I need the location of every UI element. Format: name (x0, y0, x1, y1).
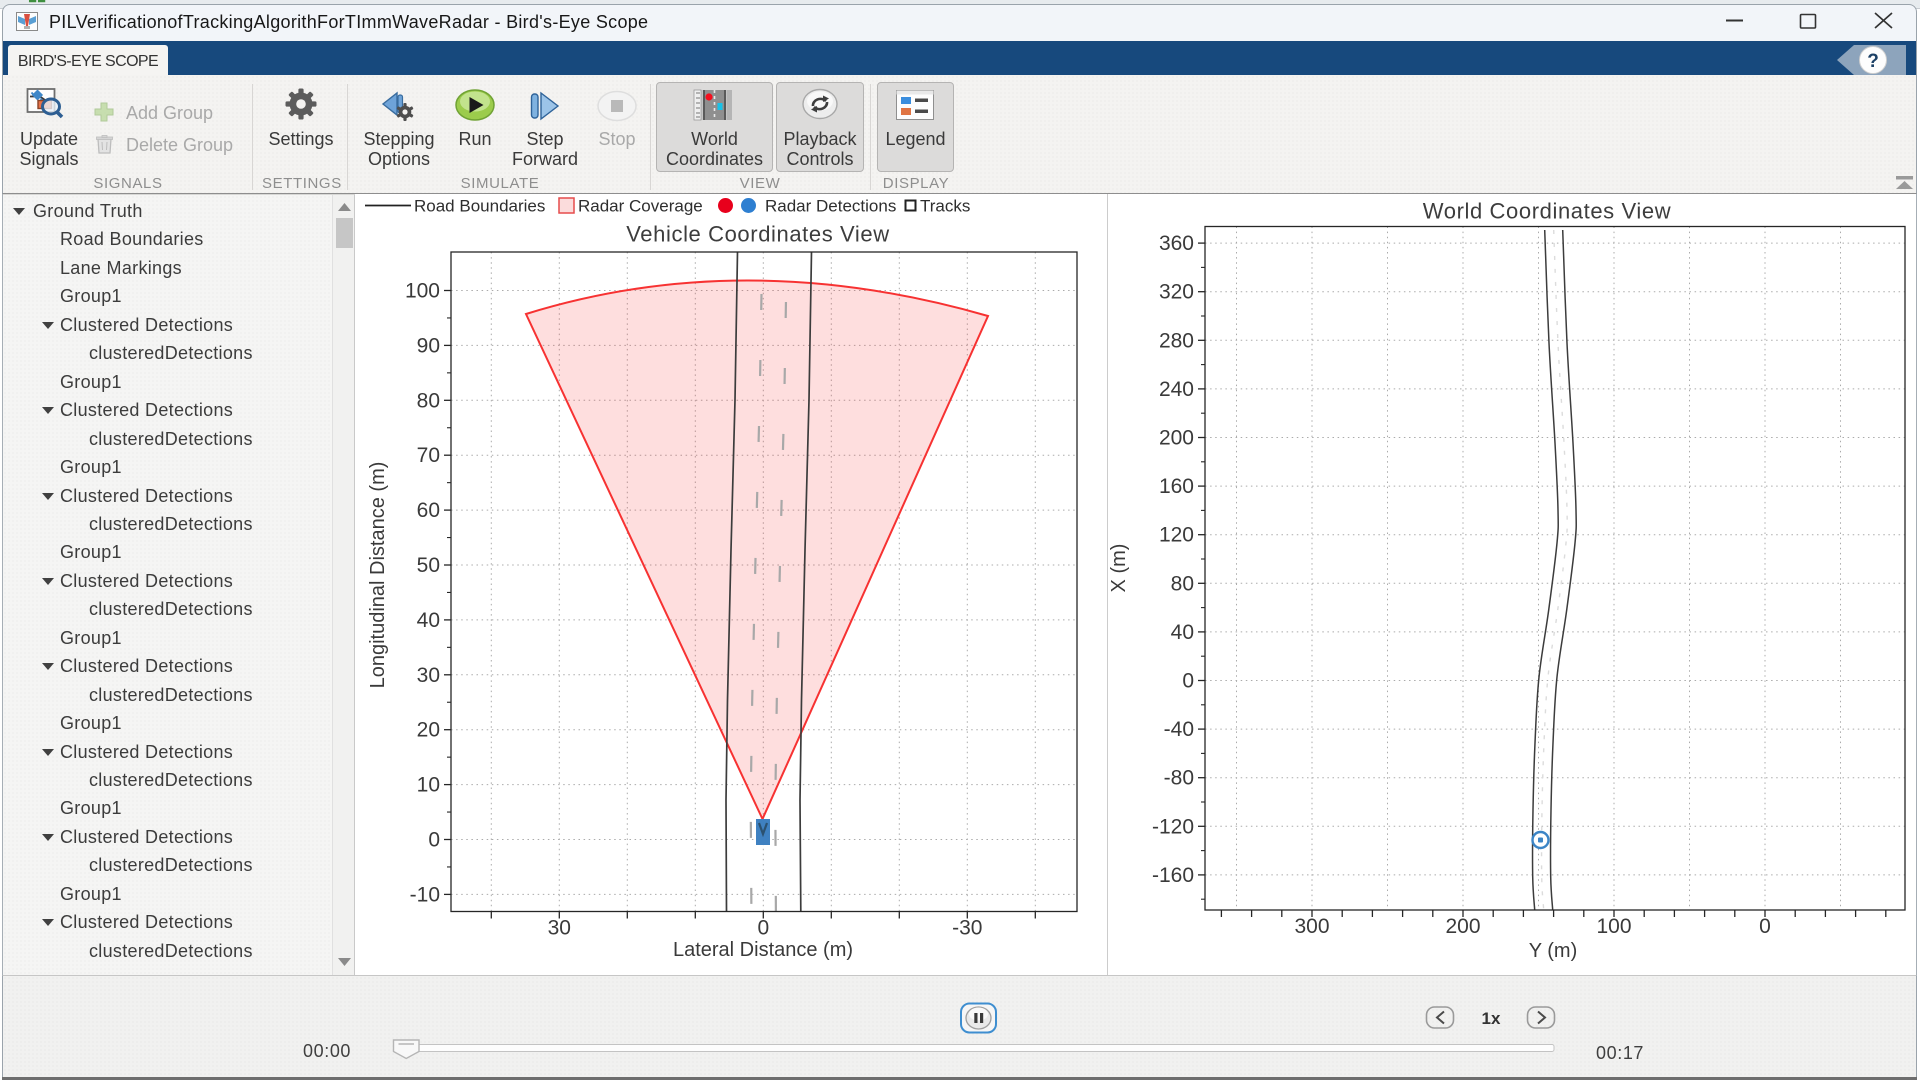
svg-text:280: 280 (1159, 329, 1194, 352)
svg-text:-120: -120 (1152, 815, 1194, 838)
svg-text:Tracks: Tracks (920, 197, 970, 216)
svg-text:0: 0 (1182, 670, 1194, 693)
svg-text:0: 0 (1759, 915, 1771, 938)
svg-text:-10: -10 (410, 883, 440, 906)
svg-text:?: ? (1867, 51, 1879, 72)
svg-text:Radar Detections: Radar Detections (765, 197, 896, 216)
svg-text:200: 200 (1159, 427, 1194, 450)
svg-text:Vehicle Coordinates View: Vehicle Coordinates View (626, 222, 889, 247)
svg-text:60: 60 (417, 499, 440, 522)
svg-text:-40: -40 (1164, 718, 1194, 741)
svg-text:160: 160 (1159, 475, 1194, 498)
svg-text:-80: -80 (1164, 767, 1194, 790)
svg-text:100: 100 (1596, 915, 1631, 938)
svg-text:Lateral Distance (m): Lateral Distance (m) (673, 939, 853, 961)
svg-text:-30: -30 (952, 917, 982, 940)
svg-text:0: 0 (428, 829, 440, 852)
svg-text:80: 80 (1171, 572, 1194, 595)
svg-text:1x: 1x (1482, 1009, 1501, 1028)
svg-text:30: 30 (548, 917, 571, 940)
svg-text:120: 120 (1159, 524, 1194, 547)
svg-text:100: 100 (405, 280, 440, 303)
svg-text:Longitudinal Distance (m): Longitudinal Distance (m) (367, 462, 389, 689)
svg-text:20: 20 (417, 719, 440, 742)
svg-text:40: 40 (417, 609, 440, 632)
svg-text:300: 300 (1294, 915, 1329, 938)
svg-text:320: 320 (1159, 281, 1194, 304)
svg-text:0: 0 (757, 917, 769, 940)
svg-text:-160: -160 (1152, 864, 1194, 887)
svg-text:World Coordinates View: World Coordinates View (1423, 198, 1671, 223)
svg-text:Y (m): Y (m) (1529, 940, 1578, 962)
svg-text:240: 240 (1159, 378, 1194, 401)
svg-text:50: 50 (417, 554, 440, 577)
svg-text:30: 30 (417, 664, 440, 687)
svg-text:10: 10 (417, 774, 440, 797)
svg-text:Road Boundaries: Road Boundaries (414, 197, 545, 216)
svg-text:360: 360 (1159, 232, 1194, 255)
svg-text:40: 40 (1171, 621, 1194, 644)
svg-text:70: 70 (417, 444, 440, 467)
svg-text:80: 80 (417, 389, 440, 412)
svg-text:X (m): X (m) (1108, 544, 1130, 593)
svg-text:90: 90 (417, 334, 440, 357)
svg-text:200: 200 (1445, 915, 1480, 938)
svg-text:Radar Coverage: Radar Coverage (578, 197, 703, 216)
